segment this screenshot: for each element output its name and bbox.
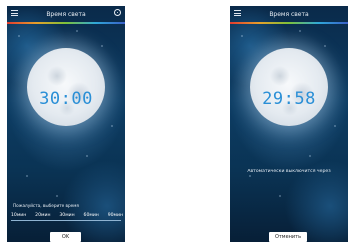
divider: [11, 220, 121, 221]
time-options: 10мин 20мин 30мин 60мин 90мин: [11, 213, 123, 218]
time-option-60[interactable]: 60мин: [84, 213, 99, 218]
time-option-30[interactable]: 30мин: [59, 213, 74, 218]
top-bar: Время света: [7, 6, 125, 22]
timer-display: 29:58: [262, 89, 316, 109]
screen-title: Время света: [46, 10, 86, 18]
moon-image: [250, 48, 328, 126]
auto-off-message: Автоматически выключится через: [247, 169, 331, 174]
time-option-20[interactable]: 20мин: [35, 213, 50, 218]
settings-icon[interactable]: [114, 9, 121, 16]
timer-display: 30:00: [39, 89, 93, 109]
color-bar: [230, 22, 348, 24]
top-bar: Время света: [230, 6, 348, 22]
right-screen: Время света 29:58 Автоматически выключит…: [230, 6, 348, 242]
menu-icon[interactable]: [11, 10, 18, 16]
time-option-10[interactable]: 10мин: [11, 213, 26, 218]
left-screen: Время света 30:00 Пожалуйста, выберите в…: [7, 6, 125, 242]
moon-image: [27, 48, 105, 126]
menu-icon[interactable]: [234, 10, 241, 16]
time-option-90[interactable]: 90мин: [108, 213, 123, 218]
select-time-prompt: Пожалуйста, выберите время: [13, 203, 79, 208]
ok-button[interactable]: OK: [50, 232, 81, 242]
cancel-button[interactable]: Отменить: [269, 232, 307, 242]
color-bar: [7, 22, 125, 24]
screen-title: Время света: [269, 10, 309, 18]
